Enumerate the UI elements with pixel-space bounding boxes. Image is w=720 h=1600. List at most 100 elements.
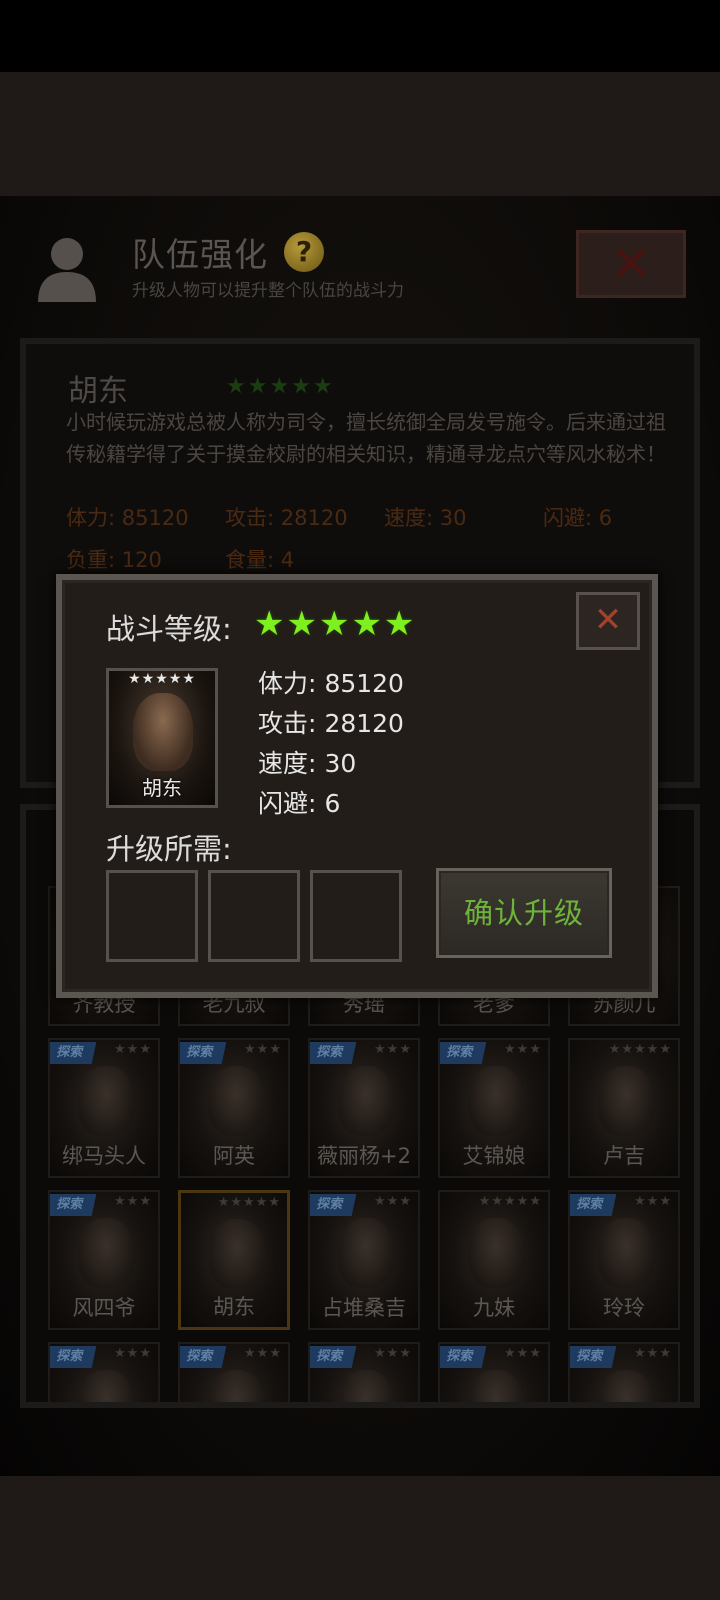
portrait-name: 风四爷 — [72, 1296, 136, 1320]
panel-subtitle: 升级人物可以提升整个队伍的战斗力 — [132, 281, 404, 301]
portrait-stars: ★★★ — [504, 1042, 542, 1057]
roster-portrait[interactable]: ★★★ 探索 薇丽杨+2 — [308, 1038, 420, 1178]
requirement-slot-2[interactable] — [208, 870, 300, 962]
close-icon: ✕ — [610, 236, 652, 292]
roster-portrait[interactable]: ★★★ 探索艾锦娘 — [438, 1038, 550, 1178]
roster-portrait[interactable]: ★★★ 探索 — [568, 1342, 680, 1402]
stat-speed: 速度: 30 — [384, 506, 467, 530]
roster-portrait[interactable]: ★★★★★ 胡东 — [178, 1190, 290, 1330]
explore-tag: 探索 — [440, 1042, 487, 1064]
character-stats-row-2: 负重: 120 食量: 4 — [66, 544, 384, 574]
portrait-name: 九妹 — [473, 1296, 515, 1320]
combat-level-label: 战斗等级: — [106, 612, 232, 646]
dialog-stat-dodge: 闪避: 6 — [258, 784, 340, 820]
portrait-face-image — [598, 1066, 654, 1136]
portrait-stars: ★★★★★ — [608, 1042, 672, 1057]
character-name: 胡东 — [68, 374, 128, 409]
upgrade-dialog: ✕ 战斗等级: ★★★★★ ★★★★★ 胡东 体力: 85120 攻击: 28120… — [56, 574, 658, 998]
dialog-stat-speed: 速度: 30 — [258, 744, 356, 780]
portrait-face-image — [598, 1218, 654, 1288]
hero-stars: ★★★★★ — [128, 671, 196, 687]
requirement-slot-1[interactable] — [106, 870, 198, 962]
explore-tag: 探索 — [50, 1346, 97, 1368]
portrait-stars: ★★★ — [114, 1346, 152, 1361]
confirm-upgrade-button[interactable]: 确认升级 — [436, 868, 612, 958]
hero-face-image — [133, 693, 193, 771]
portrait-face-image — [338, 1370, 394, 1402]
portrait-name: 占堆桑吉 — [322, 1296, 406, 1320]
portrait-stars: ★★★ — [504, 1346, 542, 1361]
portrait-face-image — [208, 1370, 264, 1402]
portrait-face-image — [468, 1218, 524, 1288]
stat-hp: 体力: 85120 — [66, 506, 189, 530]
dialog-stat-label: 闪避: — [258, 789, 317, 818]
portrait-stars: ★★★ — [374, 1346, 412, 1361]
roster-portrait[interactable]: ★★★ 探索风四爷 — [48, 1190, 160, 1330]
character-stars: ★★★★★ — [226, 374, 335, 399]
dialog-stat-value: 85120 — [324, 669, 404, 698]
portrait-face-image — [208, 1066, 264, 1136]
dialog-stat-value: 28120 — [324, 709, 404, 738]
letterbox-bottom — [0, 1476, 720, 1600]
explore-tag: 探索 — [180, 1042, 227, 1064]
portrait-stars: ★★★ — [244, 1042, 282, 1057]
portrait-face-image — [78, 1066, 134, 1136]
game-screen: 队伍强化 ? 升级人物可以提升整个队伍的战斗力 ✕ 胡东 ★★★★★ 小时候玩游… — [0, 196, 720, 1476]
dialog-stat-value: 30 — [324, 749, 357, 778]
explore-tag: 探索 — [50, 1042, 97, 1064]
roster-portrait[interactable]: ★★★ 探索 — [48, 1342, 160, 1402]
portrait-face-image — [468, 1066, 524, 1136]
roster-portrait[interactable]: ★★★ 探索 — [308, 1342, 420, 1402]
dialog-stat-label: 速度: — [258, 749, 317, 778]
character-stats-row-1: 体力: 85120 攻击: 28120 速度: 30 闪避: 6 — [66, 502, 702, 532]
requirements-label: 升级所需: — [106, 832, 232, 866]
explore-tag: 探索 — [50, 1194, 97, 1216]
hero-portrait: ★★★★★ 胡东 — [106, 668, 218, 808]
portrait-name: 胡东 — [213, 1295, 255, 1319]
portrait-face-image — [209, 1219, 265, 1289]
roster-portrait[interactable]: ★★★★★ 卢吉 — [568, 1038, 680, 1178]
letterbox-top — [0, 72, 720, 196]
portrait-stars: ★★★ — [374, 1042, 412, 1057]
explore-tag: 探索 — [570, 1346, 617, 1368]
dialog-close-button[interactable]: ✕ — [576, 592, 640, 650]
portrait-name: 玲玲 — [603, 1296, 645, 1320]
character-description: 小时候玩游戏总被人称为司令，擅长统御全局发号施令。后来通过祖传秘籍学得了关于摸金… — [66, 410, 666, 466]
roster-portrait[interactable]: ★★★ 探索 — [178, 1342, 290, 1402]
stat-food: 食量: 4 — [225, 548, 295, 572]
dialog-stat-value: 6 — [324, 789, 341, 818]
portrait-stars: ★★★★★ — [217, 1195, 281, 1210]
portrait-stars: ★★★ — [634, 1346, 672, 1361]
combat-level-stars: ★★★★★ — [254, 604, 417, 644]
explore-tag: 探索 — [180, 1346, 227, 1368]
roster-portrait[interactable]: ★★★ 探索 — [438, 1342, 550, 1402]
roster-portrait[interactable]: ★★★ 探索阿英 — [178, 1038, 290, 1178]
roster-portrait[interactable]: ★★★ 探索 玲玲 — [568, 1190, 680, 1330]
requirement-slot-3[interactable] — [310, 870, 402, 962]
portrait-face-image — [468, 1370, 524, 1402]
dialog-stat-label: 攻击: — [258, 709, 317, 738]
hero-name: 胡东 — [142, 776, 182, 800]
portrait-name: 艾锦娘 — [462, 1144, 526, 1168]
portrait-stars: ★★★ — [114, 1042, 152, 1057]
portrait-stars: ★★★ — [374, 1194, 412, 1209]
status-bar — [0, 0, 720, 72]
portrait-stars: ★★★ — [244, 1346, 282, 1361]
portrait-name: 绑马头人 — [62, 1144, 146, 1168]
panel-close-button[interactable]: ✕ — [576, 230, 686, 298]
dialog-stat-attack: 攻击: 28120 — [258, 704, 404, 740]
roster-portrait[interactable]: ★★★ 探索绑马头人 — [48, 1038, 160, 1178]
portrait-name: 阿英 — [213, 1144, 255, 1168]
explore-tag: 探索 — [440, 1346, 487, 1368]
explore-tag: 探索 — [570, 1194, 617, 1216]
help-icon[interactable]: ? — [284, 232, 324, 272]
roster-portrait[interactable]: ★★★ 探索 占堆桑吉 — [308, 1190, 420, 1330]
portrait-face-image — [598, 1370, 654, 1402]
explore-tag: 探索 — [310, 1346, 357, 1368]
portrait-face-image — [338, 1218, 394, 1288]
roster-portrait[interactable]: ★★★★★ 九妹 — [438, 1190, 550, 1330]
stat-attack: 攻击: 28120 — [225, 506, 348, 530]
portrait-stars: ★★★ — [114, 1194, 152, 1209]
portrait-face-image — [78, 1218, 134, 1288]
avatar-silhouette-icon — [38, 238, 96, 302]
